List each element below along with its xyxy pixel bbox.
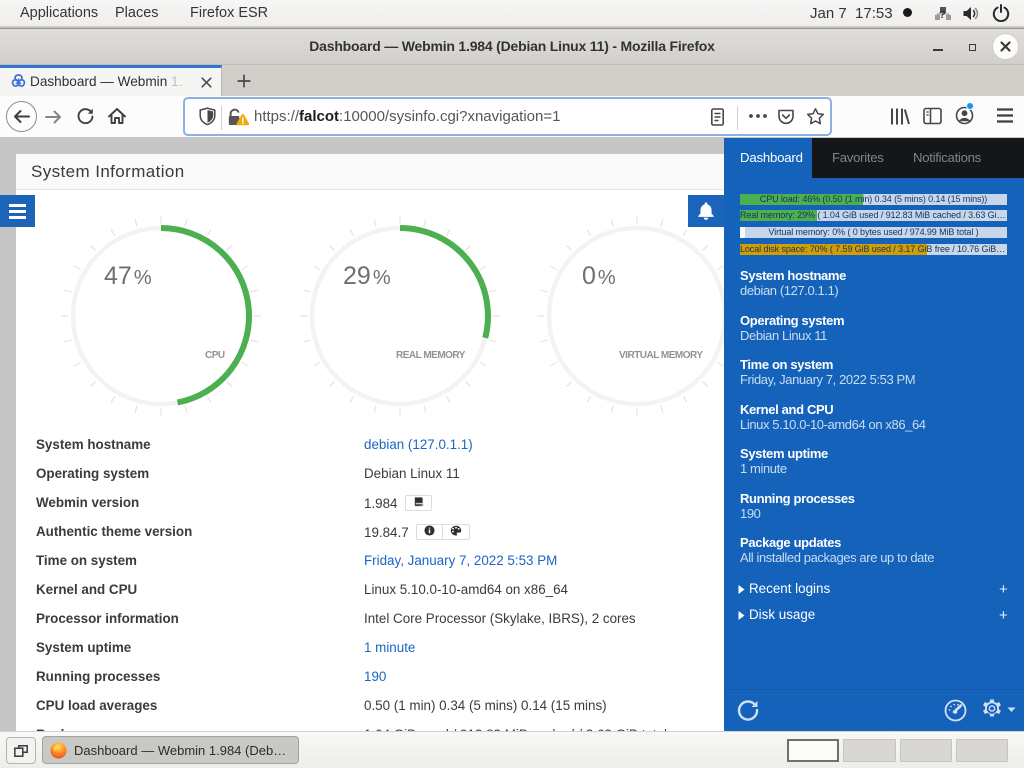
- svg-text:?: ?: [939, 9, 946, 21]
